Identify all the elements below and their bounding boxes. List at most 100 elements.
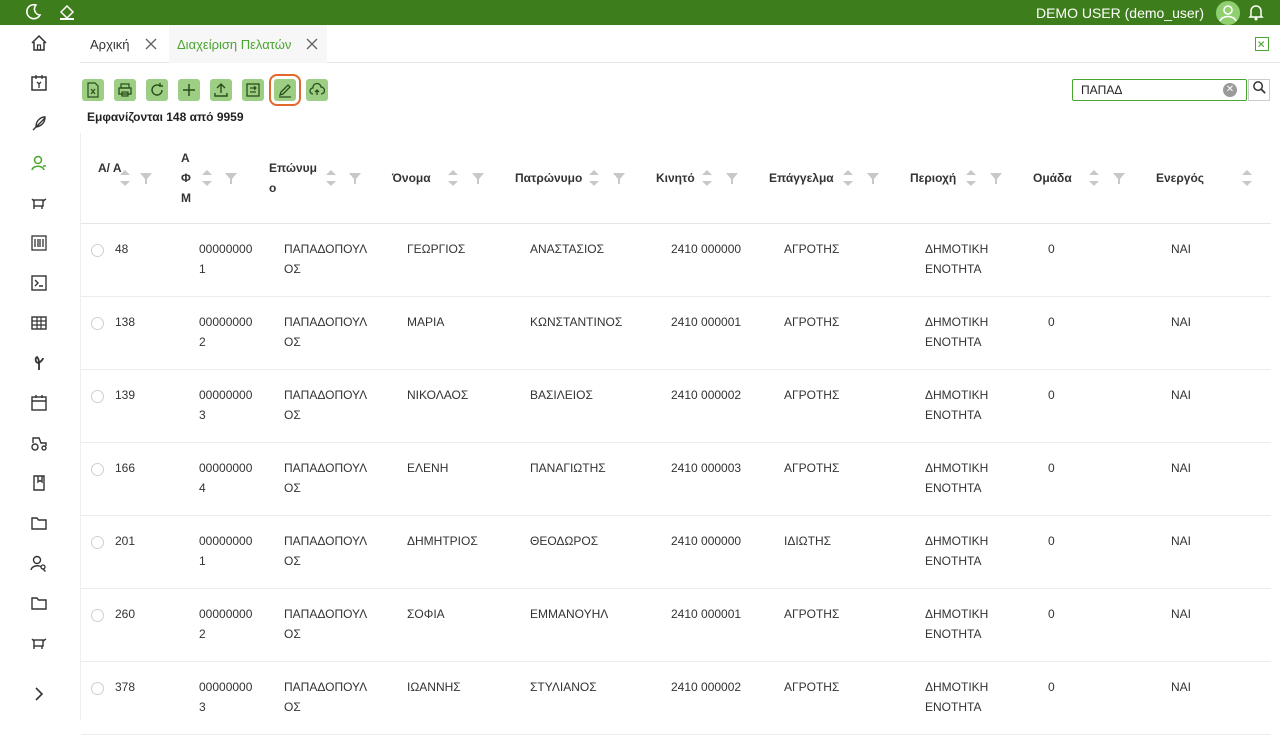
filter-icon[interactable] [471, 171, 485, 185]
terminal-icon[interactable] [30, 274, 48, 292]
sidebar [0, 25, 80, 720]
filter-icon[interactable] [866, 171, 880, 185]
cell-father: ΒΑΣΙΛΕΙΟΣ [530, 388, 593, 402]
column-label: Επώνυμ ο [269, 161, 317, 195]
bell-icon[interactable] [1248, 3, 1264, 21]
calendar-money-icon[interactable] [30, 74, 48, 92]
edit-icon[interactable] [269, 74, 301, 106]
filter-icon[interactable] [139, 171, 153, 185]
cell-afm: 000000001 [199, 534, 253, 568]
tab-label: Διαχείριση Πελατών [177, 36, 292, 52]
filter-icon[interactable] [1112, 171, 1126, 185]
upload-icon[interactable] [210, 79, 232, 101]
print-icon[interactable] [114, 79, 136, 101]
clear-search-icon[interactable]: ✕ [1223, 83, 1237, 97]
row-select-radio[interactable] [91, 317, 104, 330]
tab-customers[interactable]: Διαχείριση Πελατών [169, 25, 328, 63]
user-name[interactable]: DEMO USER (demo_user) [1036, 5, 1204, 21]
record-count: Εμφανίζονται 148 από 9959 [87, 110, 244, 124]
user-avatar-icon[interactable] [1216, 1, 1240, 25]
cell-surname: ΠΑΠΑΔΟΠΟΥΛΟΣ [284, 461, 368, 495]
column-label: Ομάδα [1033, 171, 1072, 185]
moon-icon[interactable] [24, 3, 42, 21]
filter-icon[interactable] [989, 171, 1003, 185]
cell-surname: ΠΑΠΑΔΟΠΟΥΛΟΣ [284, 534, 368, 568]
close-icon[interactable] [144, 37, 158, 51]
sort-icon[interactable] [965, 167, 977, 189]
search-button[interactable] [1248, 79, 1270, 101]
barcode-icon[interactable] [30, 234, 48, 252]
cell-name: ΕΛΕΝΗ [407, 461, 449, 475]
cell-area: ΔΗΜΟΤΙΚΗ ΕΝΟΤΗΤΑ [925, 680, 989, 714]
calendar-icon[interactable] [30, 394, 48, 412]
column-label: Πατρώνυμο [515, 171, 583, 185]
close-icon[interactable] [305, 37, 319, 51]
sort-icon[interactable] [325, 167, 337, 189]
cell-mobile: 2410 000001 [671, 315, 742, 329]
close-window-icon[interactable] [1255, 37, 1269, 51]
cow-icon-2[interactable] [30, 634, 48, 652]
cell-group: 0 [1048, 461, 1055, 475]
table-row[interactable]: 138 000000002 ΠΑΠΑΔΟΠΟΥΛΟΣ ΜΑΡΙΑ ΚΩΝΣΤΑΝΤΙΝΟ… [81, 297, 1271, 370]
sort-icon[interactable] [201, 167, 213, 189]
table-icon[interactable] [30, 314, 48, 332]
sort-icon[interactable] [1241, 167, 1253, 189]
cell-father: ΣΤΥΛΙΑΝΟΣ [530, 680, 597, 694]
cell-afm: 000000002 [199, 315, 253, 349]
feather-icon[interactable] [30, 114, 48, 132]
table-row[interactable]: 48 000000001 ΠΑΠΑΔΟΠΟΥΛΟΣ ΓΕΩΡΓΙΟΣ ΑΝΑΣΤΑΣΙΟ… [81, 224, 1271, 297]
sort-icon[interactable] [701, 167, 713, 189]
cell-name: ΝΙΚΟΛΑΟΣ [407, 388, 469, 402]
sort-icon[interactable] [588, 167, 600, 189]
table-row[interactable]: 378 000000003 ΠΑΠΑΔΟΠΟΥΛΟΣ ΙΩΑΝΝΗΣ ΣΤΥΛΙΑΝΟΣ… [81, 662, 1271, 735]
column-header-group[interactable]: Ομάδα [81, 133, 1271, 224]
row-select-radio[interactable] [91, 244, 104, 257]
filter-icon[interactable] [348, 171, 362, 185]
export-icon[interactable] [242, 79, 264, 101]
search-input[interactable] [1072, 79, 1247, 101]
add-icon[interactable] [178, 79, 200, 101]
cell-job: ΑΓΡΟΤΗΣ [784, 242, 840, 256]
tab-home[interactable]: Αρχική [90, 25, 158, 63]
cell-aa: 166 [115, 461, 136, 475]
cell-group: 0 [1048, 607, 1055, 621]
row-select-radio[interactable] [91, 390, 104, 403]
paint-bucket-icon[interactable] [58, 3, 76, 21]
row-select-radio[interactable] [91, 463, 104, 476]
row-select-radio[interactable] [91, 682, 104, 695]
home-icon[interactable] [30, 34, 48, 52]
cell-active: ΝΑΙ [1171, 607, 1192, 621]
tractor-icon[interactable] [30, 434, 48, 452]
tab-label: Αρχική [90, 36, 130, 52]
folder-icon-2[interactable] [30, 594, 48, 612]
sort-icon[interactable] [842, 167, 854, 189]
cell-active: ΝΑΙ [1171, 534, 1192, 548]
cell-active: ΝΑΙ [1171, 461, 1192, 475]
sort-icon[interactable] [447, 167, 459, 189]
excel-icon[interactable] [82, 79, 104, 101]
expand-icon[interactable] [30, 685, 48, 703]
cell-job: ΑΓΡΟΤΗΣ [784, 607, 840, 621]
refresh-icon[interactable] [146, 79, 168, 101]
folder-icon[interactable] [30, 514, 48, 532]
cell-father: ΕΜΜΑΝΟΥΗΛ [530, 607, 609, 621]
filter-icon[interactable] [224, 171, 238, 185]
customers-icon[interactable] [30, 154, 48, 172]
book-icon[interactable] [30, 474, 48, 492]
table-row[interactable]: 139 000000003 ΠΑΠΑΔΟΠΟΥΛΟΣ ΝΙΚΟΛΑΟΣ ΒΑΣΙΛΕΙΟ… [81, 370, 1271, 443]
cell-job: ΙΔΙΩΤΗΣ [784, 534, 832, 548]
sort-icon[interactable] [119, 167, 131, 189]
user-search-icon[interactable] [30, 554, 48, 572]
table-row[interactable]: 166 000000004 ΠΑΠΑΔΟΠΟΥΛΟΣ ΕΛΕΝΗ ΠΑΝΑΓΙΩΤΗΣ 2… [81, 443, 1271, 516]
row-select-radio[interactable] [91, 536, 104, 549]
table-row[interactable]: 201 000000001 ΠΑΠΑΔΟΠΟΥΛΟΣ ΔΗΜΗΤΡΙΟΣ ΘΕΟΔΩΡΟ… [81, 516, 1271, 589]
filter-icon[interactable] [612, 171, 626, 185]
seed-icon[interactable] [30, 354, 48, 372]
filter-icon[interactable] [725, 171, 739, 185]
cloud-upload-icon[interactable] [306, 79, 328, 101]
cell-active: ΝΑΙ [1171, 680, 1192, 694]
row-select-radio[interactable] [91, 609, 104, 622]
sort-icon[interactable] [1088, 167, 1100, 189]
cow-icon[interactable] [30, 194, 48, 212]
table-row[interactable]: 260 000000002 ΠΑΠΑΔΟΠΟΥΛΟΣ ΣΟΦΙΑ ΕΜΜΑΝΟΥΗΛ 24… [81, 589, 1271, 662]
